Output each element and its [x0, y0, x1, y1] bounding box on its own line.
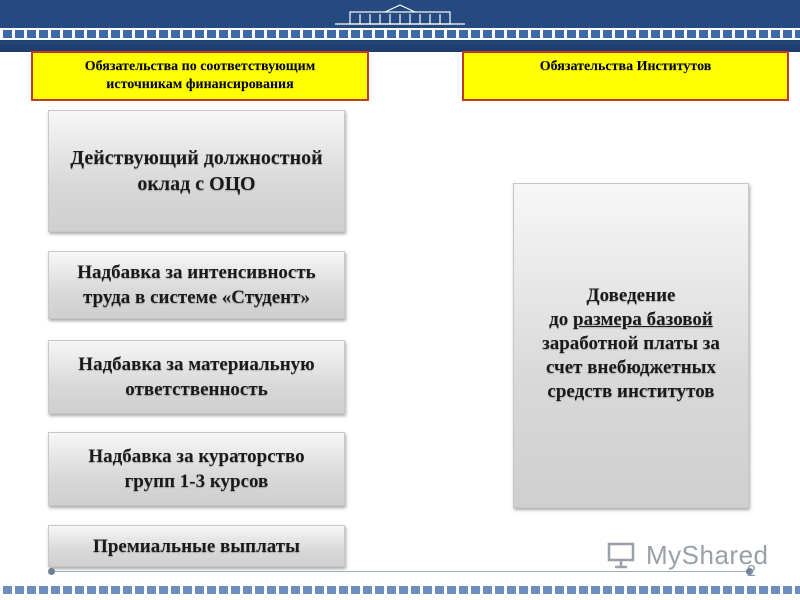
greek-key-border-top	[0, 28, 800, 40]
curatorship-bonus-line2: групп 1-3 курсов	[124, 471, 269, 492]
institutes-header: Обязательства Институтов	[462, 51, 789, 101]
salary-topup-line2-underlined: размера базовой	[573, 309, 713, 330]
institutes-header-label: Обязательства Институтов	[539, 59, 712, 74]
page-number: 2	[747, 563, 756, 580]
premium-payments-box: Премиальные выплаты	[48, 525, 345, 567]
university-building-icon	[335, 4, 465, 25]
salary-topup-line5: средств институтов	[547, 381, 715, 402]
salary-topup-line3: заработной платы за	[542, 333, 720, 354]
myshared-watermark: MyShared	[606, 537, 768, 573]
footer-dot-left	[48, 568, 55, 575]
intensity-bonus-box: Надбавка за интенсивность труда в систем…	[48, 251, 345, 319]
header-rule	[0, 42, 800, 44]
curatorship-bonus-box: Надбавка за кураторство групп 1-3 курсов	[48, 432, 345, 506]
material-responsibility-line1: Надбавка за материальную	[78, 354, 315, 375]
funding-sources-header-line2: источникам финансирования	[106, 77, 294, 92]
base-salary-line2: оклад с ОЦО	[137, 173, 256, 195]
funding-sources-header: Обязательства по соответствующим источни…	[31, 51, 369, 101]
base-salary-line1: Действующий должностной	[70, 147, 323, 169]
premium-payments-label: Премиальные выплаты	[93, 535, 300, 557]
curatorship-bonus-line1: Надбавка за кураторство	[88, 446, 305, 467]
presentation-board-icon	[607, 542, 635, 569]
intensity-bonus-line1: Надбавка за интенсивность	[77, 262, 316, 283]
intensity-bonus-line2: труда в системе «Студент»	[83, 287, 310, 308]
salary-topup-line4: счет внебюджетных	[545, 357, 717, 378]
header-banner	[0, 0, 800, 52]
salary-topup-line2-prefix: до	[549, 309, 574, 330]
salary-topup-line1: Доведение	[586, 285, 676, 306]
base-salary-box: Действующий должностной оклад с ОЦО	[48, 110, 345, 232]
salary-topup-box: Доведение до размера базовой заработной …	[513, 183, 749, 508]
greek-key-border-bottom	[0, 584, 800, 594]
material-responsibility-box: Надбавка за материальную ответственность	[48, 340, 345, 414]
salary-topup-line2: до размера базовой	[542, 308, 720, 332]
funding-sources-header-line1: Обязательства по соответствующим	[84, 59, 316, 74]
material-responsibility-line2: ответственность	[125, 379, 268, 400]
